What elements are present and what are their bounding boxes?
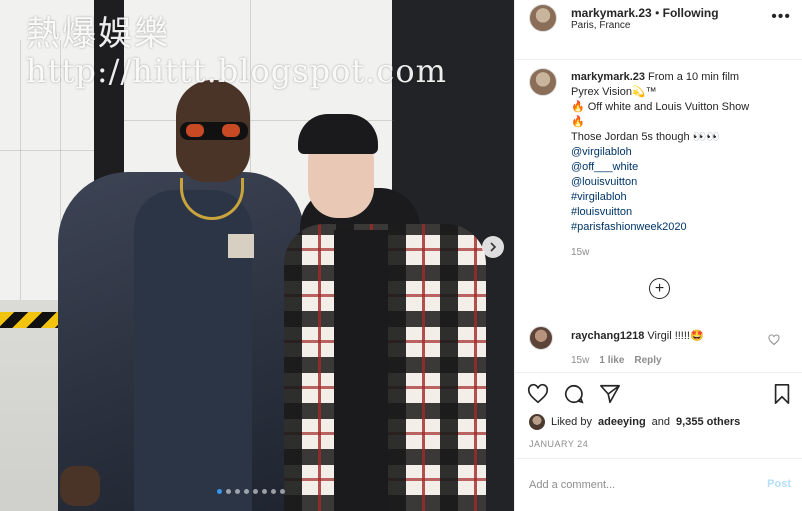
wall-line xyxy=(20,40,21,300)
post-location[interactable]: Paris, France xyxy=(571,20,630,31)
person-left-hand xyxy=(60,466,100,506)
comment-meta: 15w 1 like Reply xyxy=(571,355,662,366)
caption-line: 🔥 xyxy=(571,116,585,128)
likes-prefix: Liked by xyxy=(551,416,592,428)
likes-summary: Liked by adeeying and 9,355 others xyxy=(529,414,740,430)
send-icon[interactable] xyxy=(599,383,621,405)
chevron-right-icon xyxy=(490,242,497,252)
hashtag-link[interactable]: #louisvuitton xyxy=(571,205,791,220)
commenter-username[interactable]: raychang1218 xyxy=(571,330,644,342)
carousel-dot xyxy=(280,489,285,494)
sunglasses-lens-left xyxy=(186,124,204,137)
hashtag-link[interactable]: #parisfashionweek2020 xyxy=(571,220,791,235)
sunglasses-lens-right xyxy=(222,124,240,137)
reply-button[interactable]: Reply xyxy=(634,355,661,366)
author-avatar[interactable] xyxy=(529,4,557,32)
liker-avatar[interactable] xyxy=(529,414,545,430)
hashtag-link[interactable]: #virgilabloh xyxy=(571,190,791,205)
carousel-dot xyxy=(235,489,240,494)
more-options-icon[interactable]: ••• xyxy=(771,8,791,26)
post-caption: markymark.23 From a 10 min film Pyrex Vis… xyxy=(571,70,791,235)
carousel-dot xyxy=(271,489,276,494)
mention-link[interactable]: @louisvuitton xyxy=(571,175,791,190)
liker-username[interactable]: adeeying xyxy=(598,416,646,428)
post-date: JANUARY 24 xyxy=(529,439,589,449)
carousel-dot xyxy=(262,489,267,494)
likes-others-link[interactable]: 9,355 others xyxy=(676,416,740,428)
post-sidebar: markymark.23 • Following Paris, France •… xyxy=(514,0,802,511)
load-more-comments-icon[interactable]: + xyxy=(649,278,670,299)
carousel-dot xyxy=(226,489,231,494)
header-separator: • xyxy=(651,6,663,20)
following-button[interactable]: Following xyxy=(663,6,719,20)
action-bar xyxy=(515,372,802,412)
author-username[interactable]: markymark.23 xyxy=(571,6,652,20)
caption-line: Pyrex Vision💫™ xyxy=(571,86,657,98)
comment-timestamp: 15w xyxy=(571,355,590,366)
shirt-graphic xyxy=(228,234,254,258)
carousel-indicator xyxy=(217,489,285,494)
black-cap xyxy=(298,114,378,154)
watermark-title: 熱爆娛樂 xyxy=(26,14,170,54)
post-comment-button[interactable]: Post xyxy=(767,478,791,490)
comment-icon[interactable] xyxy=(563,383,585,405)
carousel-dot xyxy=(244,489,249,494)
add-comment-input[interactable] xyxy=(529,475,749,495)
next-photo-button[interactable] xyxy=(482,236,504,258)
mention-link[interactable]: @virgilabloh xyxy=(571,145,791,160)
person-right-hoodie xyxy=(334,230,388,511)
caption-avatar[interactable] xyxy=(529,68,557,96)
post-photo[interactable]: 熱爆娛樂 http://hittt.blogspot.com xyxy=(0,0,514,511)
watermark-url: http://hittt.blogspot.com xyxy=(26,52,447,90)
comment: raychang1218 Virgil !!!!!🤩 xyxy=(571,329,704,342)
comment-like-count[interactable]: 1 like xyxy=(599,355,624,366)
comment-like-icon[interactable] xyxy=(768,334,780,346)
commenter-avatar[interactable] xyxy=(529,326,553,350)
author-line: markymark.23 • Following xyxy=(571,6,719,20)
post-header: markymark.23 • Following Paris, France •… xyxy=(515,0,802,60)
comment-text: Virgil !!!!!🤩 xyxy=(647,330,704,342)
caption-username[interactable]: markymark.23 xyxy=(571,71,645,83)
carousel-dot xyxy=(217,489,222,494)
bookmark-icon[interactable] xyxy=(771,383,793,405)
add-comment-bar: Post xyxy=(515,458,802,511)
caption-timestamp: 15w xyxy=(571,247,590,258)
caption-line: Those Jordan 5s though 👀👀 xyxy=(571,131,721,143)
likes-conjunction: and xyxy=(651,416,671,428)
heart-icon[interactable] xyxy=(527,383,549,405)
carousel-dot xyxy=(253,489,258,494)
wall-line xyxy=(0,150,94,151)
caption-line: 🔥 Off white and Louis Vuitton Show xyxy=(571,101,750,113)
caption-line: From a 10 min film xyxy=(648,71,740,83)
mention-link[interactable]: @off___white xyxy=(571,160,791,175)
